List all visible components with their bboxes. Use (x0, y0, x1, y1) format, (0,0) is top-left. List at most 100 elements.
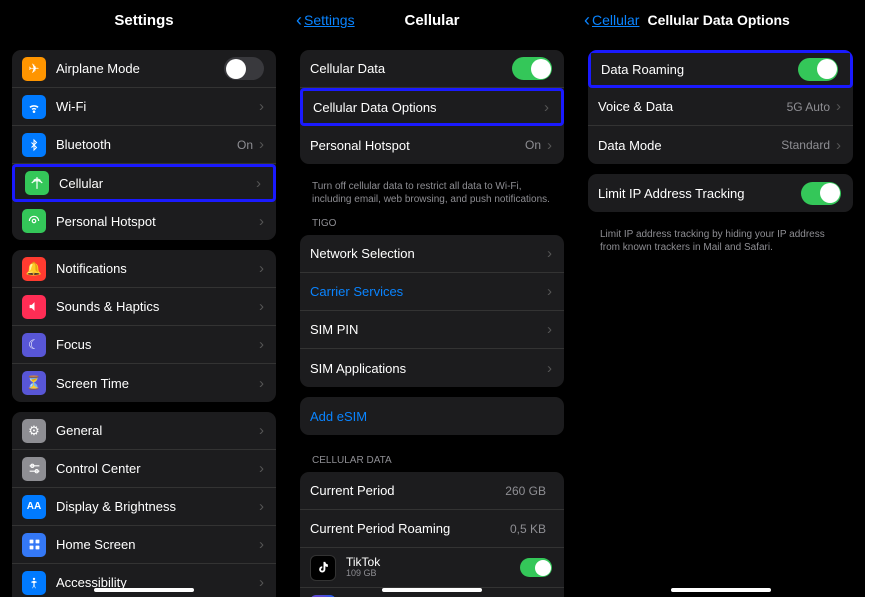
label: Cellular Data (310, 61, 512, 76)
label: Sounds & Haptics (56, 299, 259, 314)
row-hotspot[interactable]: Personal Hotspot › (12, 202, 276, 240)
chevron-right-icon: › (544, 99, 549, 116)
row-limit-ip[interactable]: Limit IP Address Tracking (588, 174, 853, 212)
chevron-right-icon: › (547, 137, 552, 154)
value: 260 GB (505, 484, 546, 498)
cellular-screen: ‹ Settings Cellular Cellular Data Cellul… (288, 0, 576, 597)
chevron-right-icon: › (547, 245, 552, 262)
label: Limit IP Address Tracking (598, 186, 801, 201)
page-title: Cellular (404, 12, 459, 29)
bell-icon: 🔔 (22, 257, 46, 281)
home-indicator[interactable] (671, 588, 771, 592)
chevron-right-icon: › (547, 360, 552, 377)
group-add-esim: Add eSIM (300, 397, 564, 435)
toggle-limit-ip[interactable] (801, 182, 841, 205)
row-screentime[interactable]: ⏳ Screen Time › (12, 364, 276, 402)
wifi-icon (22, 95, 46, 119)
row-cellular[interactable]: Cellular › (12, 164, 276, 202)
row-carrier-services[interactable]: Carrier Services › (300, 273, 564, 311)
label: Home Screen (56, 537, 259, 552)
group-options: Data Roaming Voice & Data 5G Auto › Data… (588, 50, 853, 164)
switches-icon (22, 457, 46, 481)
back-button[interactable]: ‹ Cellular (584, 11, 639, 29)
chevron-right-icon: › (259, 375, 264, 392)
cellular-data-options-screen: ‹ Cellular Cellular Data Options Data Ro… (576, 0, 865, 597)
label: Personal Hotspot (310, 138, 525, 153)
row-display[interactable]: AA Display & Brightness › (12, 488, 276, 526)
chevron-right-icon: › (836, 137, 841, 154)
row-notifications[interactable]: 🔔 Notifications › (12, 250, 276, 288)
row-wifi[interactable]: Wi-Fi › (12, 88, 276, 126)
row-app-tiktok[interactable]: TikTok109 GB (300, 548, 564, 588)
toggle-data-roaming[interactable] (798, 58, 838, 81)
value: Standard (781, 138, 830, 152)
section-header-tigo: TIGO (288, 208, 576, 233)
row-homescreen[interactable]: Home Screen › (12, 526, 276, 564)
hourglass-icon: ⏳ (22, 371, 46, 395)
chevron-right-icon: › (256, 175, 261, 192)
chevron-right-icon: › (259, 213, 264, 230)
row-airplane[interactable]: ✈ Airplane Mode (12, 50, 276, 88)
row-control-center[interactable]: Control Center › (12, 450, 276, 488)
section-header-celldata: CELLULAR DATA (288, 445, 576, 470)
chevron-right-icon: › (259, 574, 264, 591)
chevron-right-icon: › (259, 498, 264, 515)
row-current-period[interactable]: Current Period 260 GB (300, 472, 564, 510)
row-add-esim[interactable]: Add eSIM (300, 397, 564, 435)
label: Data Roaming (601, 62, 798, 77)
label: Airplane Mode (56, 61, 224, 76)
group-usage: Current Period 260 GB Current Period Roa… (300, 472, 564, 597)
row-sounds[interactable]: Sounds & Haptics › (12, 288, 276, 326)
value: 0,5 KB (510, 522, 546, 536)
label: Personal Hotspot (56, 214, 259, 229)
chevron-left-icon: ‹ (584, 11, 590, 29)
row-sim-pin[interactable]: SIM PIN › (300, 311, 564, 349)
speaker-icon (22, 295, 46, 319)
row-voice-data[interactable]: Voice & Data 5G Auto › (588, 88, 853, 126)
home-indicator[interactable] (94, 588, 194, 592)
row-general[interactable]: ⚙ General › (12, 412, 276, 450)
group-general: ⚙ General › Control Center › AA Display … (12, 412, 276, 597)
page-title: Settings (114, 12, 173, 29)
accessibility-icon (22, 571, 46, 595)
row-data-roaming[interactable]: Data Roaming (588, 50, 853, 88)
chevron-right-icon: › (259, 536, 264, 553)
label: Wi-Fi (56, 99, 259, 114)
chevron-right-icon: › (259, 260, 264, 277)
chevron-right-icon: › (259, 98, 264, 115)
chevron-right-icon: › (836, 98, 841, 115)
header: ‹ Settings Cellular (288, 0, 576, 40)
label: Add eSIM (310, 409, 552, 424)
back-button[interactable]: ‹ Settings (296, 11, 355, 29)
row-personal-hotspot[interactable]: Personal Hotspot On › (300, 126, 564, 164)
app-usage: 109 GB (346, 569, 520, 579)
row-network-selection[interactable]: Network Selection › (300, 235, 564, 273)
text-size-icon: AA (22, 495, 46, 519)
row-cellular-data[interactable]: Cellular Data (300, 50, 564, 88)
label: Voice & Data (598, 99, 787, 114)
toggle-cellular-data[interactable] (512, 57, 552, 80)
value: On (525, 138, 541, 152)
row-data-mode[interactable]: Data Mode Standard › (588, 126, 853, 164)
row-sim-apps[interactable]: SIM Applications › (300, 349, 564, 387)
toggle-airplane[interactable] (224, 57, 264, 80)
group-alerts: 🔔 Notifications › Sounds & Haptics › ☾ F… (12, 250, 276, 402)
value: 5G Auto (787, 100, 830, 114)
row-current-period-roaming[interactable]: Current Period Roaming 0,5 KB (300, 510, 564, 548)
gear-icon: ⚙ (22, 419, 46, 443)
row-focus[interactable]: ☾ Focus › (12, 326, 276, 364)
label: Cellular (59, 176, 256, 191)
label: SIM Applications (310, 361, 547, 376)
bluetooth-icon (22, 133, 46, 157)
home-indicator[interactable] (382, 588, 482, 592)
row-cellular-data-options[interactable]: Cellular Data Options › (300, 88, 564, 126)
row-accessibility[interactable]: Accessibility › (12, 564, 276, 597)
toggle-app[interactable] (520, 558, 552, 577)
chevron-right-icon: › (547, 321, 552, 338)
label: General (56, 423, 259, 438)
header: ‹ Cellular Cellular Data Options (576, 0, 865, 40)
row-bluetooth[interactable]: Bluetooth On › (12, 126, 276, 164)
back-label: Settings (304, 12, 355, 28)
label: Carrier Services (310, 284, 547, 299)
label: Current Period (310, 483, 505, 498)
